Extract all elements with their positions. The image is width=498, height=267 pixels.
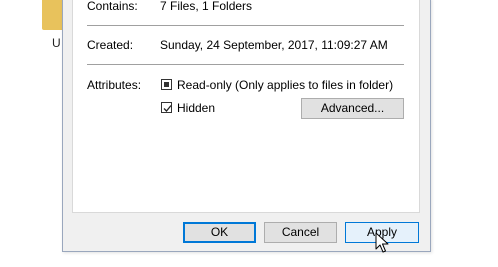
hidden-checkbox[interactable]: [161, 102, 172, 113]
created-value: Sunday, 24 September, 2017, 11:09:27 AM: [160, 38, 388, 52]
hidden-checkbox-label[interactable]: Hidden: [177, 101, 215, 115]
contains-label: Contains:: [87, 0, 138, 13]
desktop-folder-label: U: [52, 36, 61, 50]
readonly-checkbox-label[interactable]: Read-only (Only applies to files in fold…: [177, 78, 393, 92]
ok-button[interactable]: OK: [183, 222, 256, 243]
contains-value: 7 Files, 1 Folders: [160, 0, 253, 13]
readonly-checkbox[interactable]: [161, 79, 172, 90]
attributes-label: Attributes:: [87, 78, 142, 92]
properties-dialog: Contains: 7 Files, 1 Folders Created: Su…: [62, 0, 431, 252]
cancel-button[interactable]: Cancel: [264, 222, 337, 243]
general-tab-panel: Contains: 7 Files, 1 Folders Created: Su…: [72, 0, 420, 213]
mouse-cursor-icon: [375, 232, 389, 253]
created-label: Created:: [87, 38, 134, 52]
separator: [87, 25, 404, 26]
advanced-button[interactable]: Advanced...: [301, 98, 404, 119]
checkmark-icon: [163, 105, 172, 112]
separator: [87, 64, 404, 65]
